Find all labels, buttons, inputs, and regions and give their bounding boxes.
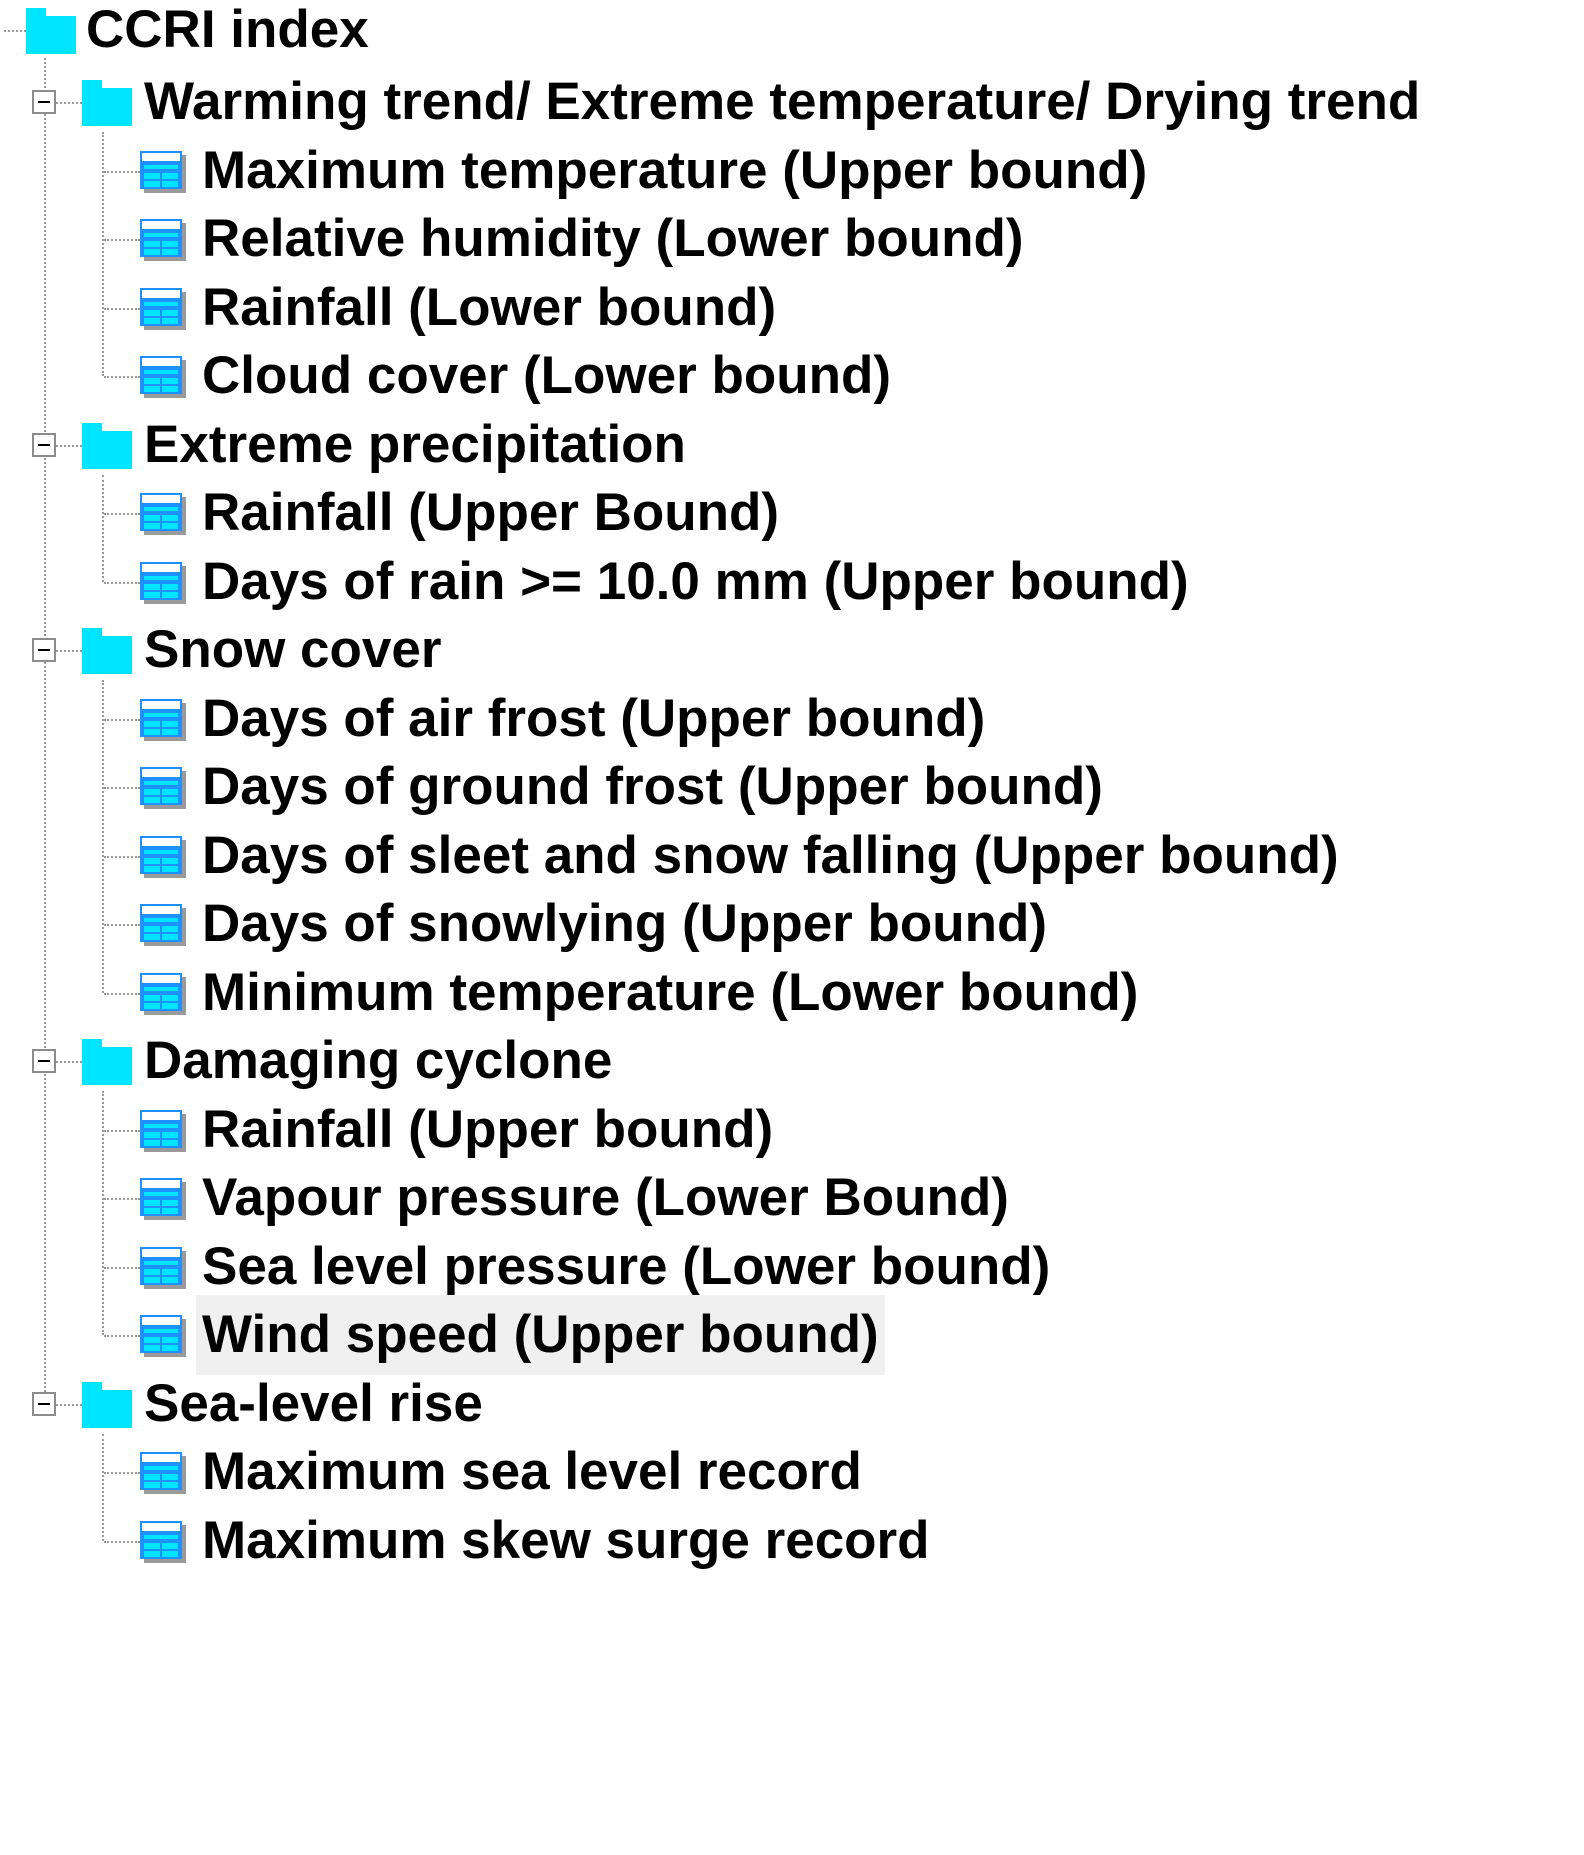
tree-guide-line [104,376,140,378]
tree-item-label[interactable]: Maximum sea level record [196,1432,868,1512]
tree-guide-line [104,239,140,241]
tree-item[interactable]: Rainfall (Upper Bound) [0,473,1584,553]
collapse-toggle[interactable] [32,433,56,457]
tree-guide-line [104,1267,140,1269]
tree-guide-line [104,1198,140,1200]
tree-item[interactable]: Days of ground frost (Upper bound) [0,747,1584,827]
tree-guide-line [104,856,140,858]
tree-item-label[interactable]: Days of ground frost (Upper bound) [196,747,1109,827]
tree-guide-line [104,993,140,995]
table-icon [140,1452,186,1494]
table-icon [140,356,186,398]
tree-guide-line [4,30,26,32]
tree-guide-line [104,1335,140,1337]
folder-icon [82,1382,132,1428]
tree-item-label[interactable]: Vapour pressure (Lower Bound) [196,1158,1015,1238]
tree-item-label[interactable]: Relative humidity (Lower bound) [196,199,1030,279]
folder-icon [82,423,132,469]
folder-icon [82,628,132,674]
table-icon [140,1247,186,1289]
tree-item-label[interactable]: Rainfall (Upper Bound) [196,473,785,553]
tree-group-label[interactable]: Damaging cyclone [138,1021,618,1101]
table-icon [140,973,186,1015]
tree-item[interactable]: Maximum skew surge record [0,1501,1584,1581]
tree-item-label[interactable]: Days of snowlying (Upper bound) [196,884,1053,964]
collapse-toggle[interactable] [32,1392,56,1416]
tree-guide-line [104,582,140,584]
tree-guide-line [104,308,140,310]
tree-group[interactable]: Snow cover [0,610,1584,690]
collapse-toggle[interactable] [32,90,56,114]
table-icon [140,1521,186,1563]
table-icon [140,219,186,261]
tree-group[interactable]: Damaging cyclone [0,1021,1584,1101]
tree-guide-line [56,102,82,104]
tree-item[interactable]: Relative humidity (Lower bound) [0,199,1584,279]
tree-group-label[interactable]: Snow cover [138,610,447,690]
tree-guide-line [104,1541,140,1543]
table-icon [140,1315,186,1357]
tree-root-label[interactable]: CCRI index [80,0,375,70]
table-icon [140,562,186,604]
collapse-toggle[interactable] [32,638,56,662]
tree-guide-line [104,1130,140,1132]
table-icon [140,904,186,946]
table-icon [140,767,186,809]
tree-item[interactable]: Maximum sea level record [0,1432,1584,1512]
tree-guide-line [56,650,82,652]
table-icon [140,836,186,878]
tree-item-label[interactable]: Wind speed (Upper bound) [196,1295,885,1375]
tree-view[interactable]: CCRI index Warming trend/ Extreme temper… [0,0,1584,1855]
tree-guide-line [104,924,140,926]
tree-item[interactable]: Vapour pressure (Lower Bound) [0,1158,1584,1238]
tree-item[interactable]: Wind speed (Upper bound) [0,1295,1584,1375]
tree-group[interactable]: Warming trend/ Extreme temperature/ Dryi… [0,62,1584,142]
tree-guide-line [56,1404,82,1406]
table-icon [140,1178,186,1220]
tree-guide-line [104,1472,140,1474]
table-icon [140,151,186,193]
table-icon [140,699,186,741]
tree-item-label[interactable]: Cloud cover (Lower bound) [196,336,897,416]
tree-guide-line [104,171,140,173]
tree-guide-line [104,787,140,789]
tree-group-label[interactable]: Warming trend/ Extreme temperature/ Dryi… [138,62,1426,142]
tree-item[interactable]: Cloud cover (Lower bound) [0,336,1584,416]
folder-icon [26,8,76,54]
tree-guide-line [56,445,82,447]
tree-guide-line [56,1061,82,1063]
tree-root[interactable]: CCRI index [0,0,700,70]
folder-icon [82,80,132,126]
tree-guide-line [104,719,140,721]
table-icon [140,288,186,330]
table-icon [140,1110,186,1152]
tree-item-label[interactable]: Maximum skew surge record [196,1501,936,1581]
table-icon [140,493,186,535]
tree-item[interactable]: Days of snowlying (Upper bound) [0,884,1584,964]
folder-icon [82,1039,132,1085]
tree-guide-line [104,513,140,515]
collapse-toggle[interactable] [32,1049,56,1073]
